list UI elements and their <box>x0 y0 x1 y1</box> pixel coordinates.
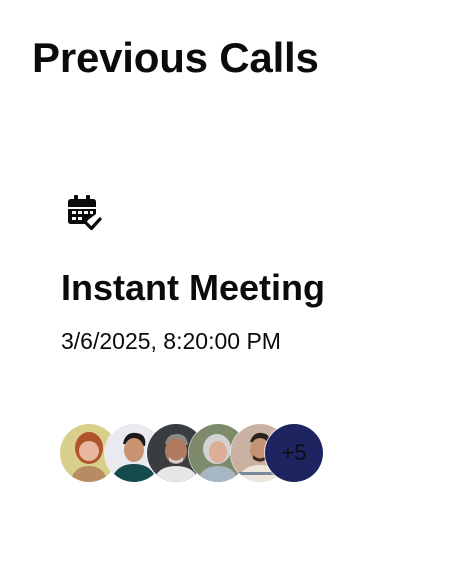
meeting-title: Instant Meeting <box>61 267 326 308</box>
more-participants-badge[interactable]: +5 <box>265 424 323 482</box>
participants-avatar-stack[interactable]: +5 <box>60 424 340 484</box>
call-card[interactable]: Instant Meeting 3/6/2025, 8:20:00 PM +5 <box>44 176 384 506</box>
page-title: Previous Calls <box>32 34 319 81</box>
meeting-datetime: 3/6/2025, 8:20:00 PM <box>61 328 281 354</box>
calendar-check-icon <box>66 194 102 232</box>
